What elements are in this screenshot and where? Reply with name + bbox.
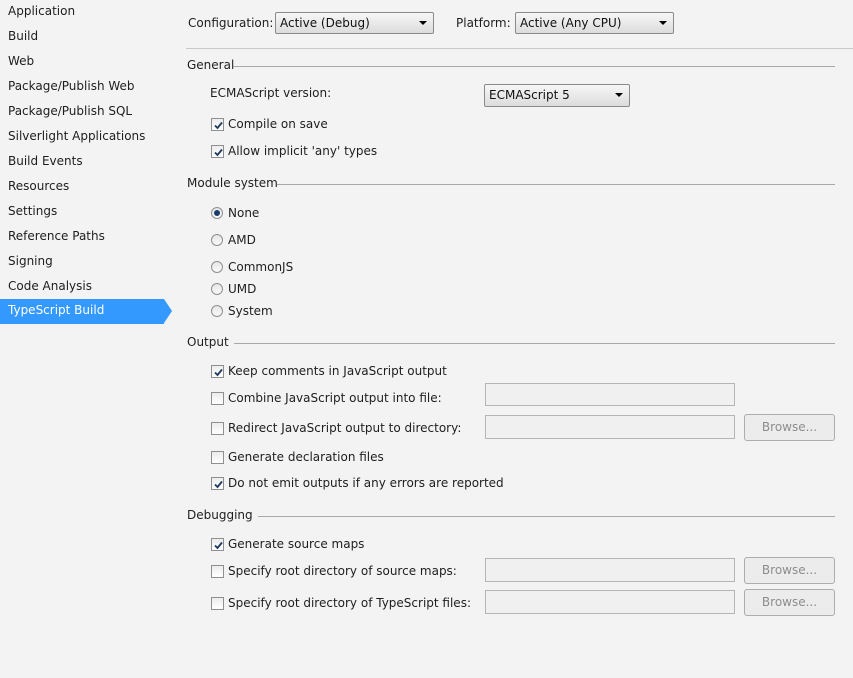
- sidebar-item-settings[interactable]: Settings: [0, 200, 164, 225]
- sidebar-item-resources[interactable]: Resources: [0, 175, 164, 200]
- redirect-output-label: Redirect JavaScript output to directory:: [228, 421, 462, 435]
- allow-implicit-any-checkbox[interactable]: [211, 145, 224, 158]
- sidebar-item-web[interactable]: Web: [0, 50, 164, 75]
- platform-dropdown[interactable]: Active (Any CPU): [515, 12, 674, 34]
- debugging-section-title: Debugging: [187, 508, 253, 522]
- module-umd-label: UMD: [228, 282, 257, 296]
- sidebar-item-package-publish-web[interactable]: Package/Publish Web: [0, 75, 164, 100]
- general-section-title: General: [187, 58, 235, 72]
- output-section-title: Output: [187, 335, 229, 349]
- radio-selected-dot: [214, 210, 220, 216]
- general-divider: [233, 66, 835, 67]
- configuration-label: Configuration:: [188, 16, 274, 30]
- module-none-radio[interactable]: [211, 207, 223, 219]
- compile-on-save-checkbox[interactable]: [211, 118, 224, 131]
- sidebar-item-code-analysis[interactable]: Code Analysis: [0, 275, 164, 300]
- module-amd-radio[interactable]: [211, 234, 223, 246]
- sidebar-item-application[interactable]: Application: [0, 0, 164, 25]
- configuration-value: Active (Debug): [280, 16, 370, 30]
- generate-declarations-checkbox[interactable]: [211, 451, 224, 464]
- source-root-browse-button[interactable]: Browse...: [744, 589, 835, 616]
- redirect-output-checkbox[interactable]: [211, 422, 224, 435]
- generate-declarations-label: Generate declaration files: [228, 450, 384, 464]
- checkmark-icon: [214, 121, 223, 130]
- map-root-label: Specify root directory of source maps:: [228, 564, 457, 578]
- module-none-label: None: [228, 206, 260, 220]
- keep-comments-label: Keep comments in JavaScript output: [228, 364, 447, 378]
- combine-output-label: Combine JavaScript output into file:: [228, 391, 442, 405]
- sidebar-item-reference-paths[interactable]: Reference Paths: [0, 225, 164, 250]
- combine-output-checkbox[interactable]: [211, 392, 224, 405]
- module-amd-label: AMD: [228, 233, 256, 247]
- module-commonjs-radio[interactable]: [211, 261, 223, 273]
- sidebar-item-signing[interactable]: Signing: [0, 250, 164, 275]
- module-system-label: System: [228, 304, 273, 318]
- checkmark-icon: [214, 368, 223, 377]
- platform-label: Platform:: [456, 16, 511, 30]
- chevron-down-icon: [615, 93, 623, 97]
- module-system-divider: [277, 184, 835, 185]
- map-root-checkbox[interactable]: [211, 565, 224, 578]
- generate-source-maps-checkbox[interactable]: [211, 538, 224, 551]
- module-commonjs-label: CommonJS: [228, 260, 294, 274]
- debugging-divider: [258, 516, 835, 517]
- redirect-output-browse-button[interactable]: Browse...: [744, 414, 835, 441]
- module-system-section-title: Module system: [187, 176, 278, 190]
- map-root-browse-button[interactable]: Browse...: [744, 557, 835, 584]
- combine-output-file-input[interactable]: [485, 383, 735, 406]
- redirect-output-directory-input[interactable]: [485, 415, 735, 439]
- generate-source-maps-label: Generate source maps: [228, 537, 365, 551]
- compile-on-save-label: Compile on save: [228, 117, 328, 131]
- sidebar-nav: Application Build Web Package/Publish We…: [0, 0, 172, 678]
- ecmascript-version-dropdown[interactable]: ECMAScript 5: [484, 84, 630, 107]
- source-root-input[interactable]: [485, 590, 735, 614]
- sidebar-item-build-events[interactable]: Build Events: [0, 150, 164, 175]
- source-root-label: Specify root directory of TypeScript fil…: [228, 596, 471, 610]
- sidebar-item-typescript-build[interactable]: TypeScript Build: [0, 299, 172, 324]
- configuration-dropdown[interactable]: Active (Debug): [275, 12, 434, 34]
- map-root-input[interactable]: [485, 558, 735, 582]
- allow-implicit-any-label: Allow implicit 'any' types: [228, 144, 378, 158]
- sidebar-item-package-publish-sql[interactable]: Package/Publish SQL: [0, 100, 164, 125]
- ecmascript-version-value: ECMAScript 5: [489, 88, 570, 102]
- no-emit-on-error-checkbox[interactable]: [211, 477, 224, 490]
- ecmascript-version-label: ECMAScript version:: [210, 86, 332, 100]
- no-emit-on-error-label: Do not emit outputs if any errors are re…: [228, 476, 504, 490]
- module-system-radio[interactable]: [211, 305, 223, 317]
- checkmark-icon: [214, 541, 223, 550]
- checkmark-icon: [214, 148, 223, 157]
- chevron-down-icon: [659, 21, 667, 25]
- sidebar-item-silverlight-applications[interactable]: Silverlight Applications: [0, 125, 164, 150]
- keep-comments-checkbox[interactable]: [211, 365, 224, 378]
- chevron-down-icon: [419, 21, 427, 25]
- header-divider: [186, 48, 853, 49]
- source-root-checkbox[interactable]: [211, 597, 224, 610]
- sidebar-item-build[interactable]: Build: [0, 25, 164, 50]
- checkmark-icon: [214, 480, 223, 489]
- module-umd-radio[interactable]: [211, 283, 223, 295]
- platform-value: Active (Any CPU): [520, 16, 622, 30]
- output-divider: [234, 343, 835, 344]
